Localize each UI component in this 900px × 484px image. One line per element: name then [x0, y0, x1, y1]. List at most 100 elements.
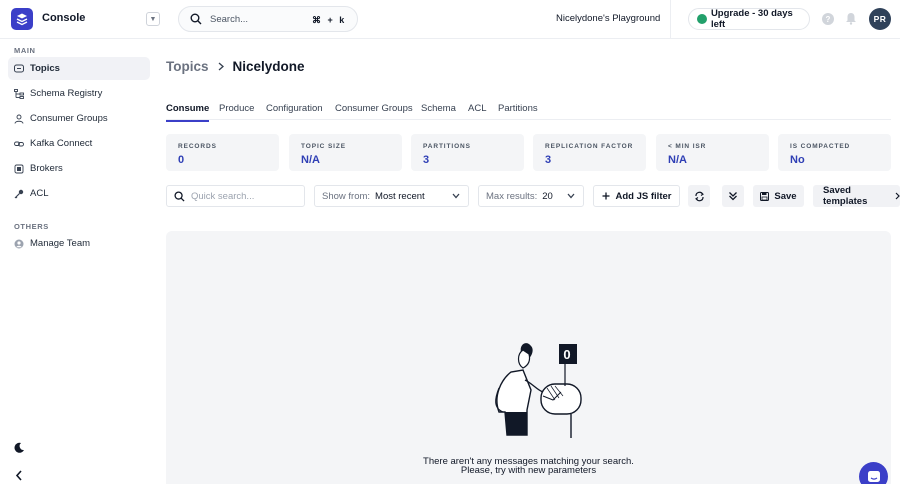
search-icon — [190, 13, 202, 28]
upgrade-button[interactable]: Upgrade - 30 days left — [688, 8, 810, 30]
chevron-right-icon — [218, 60, 224, 74]
stat-value: 0 — [178, 154, 185, 166]
search-placeholder: Search... — [210, 14, 249, 25]
sidebar-item-brokers[interactable]: Brokers — [8, 157, 150, 180]
empty-mailbox-illustration — [495, 343, 582, 438]
stat-value: 3 — [545, 154, 552, 166]
header-divider — [670, 0, 671, 39]
sidebar: MAIN Topics Schema Registry Consumer Gro… — [0, 39, 158, 484]
upgrade-status-dot — [697, 14, 707, 24]
sidebar-item-label: Kafka Connect — [30, 138, 93, 149]
stat-card-is-compacted: Is compacted No — [778, 134, 891, 171]
page-title: Nicelydone — [232, 59, 305, 74]
workspace-name[interactable]: Nicelydone's Playground — [556, 13, 660, 24]
sidebar-section-others: OTHERS — [14, 222, 49, 231]
top-bar: Console ▼ Search... ⌘ + k Nicelydone's P… — [0, 0, 900, 39]
global-search-input[interactable]: Search... ⌘ + k — [178, 6, 358, 32]
chevron-down-icon: ▼ — [149, 15, 157, 23]
stat-card-records: Records 0 — [166, 134, 279, 171]
refresh-button[interactable] — [688, 185, 710, 207]
add-js-filter-button[interactable]: Add JS filter — [593, 185, 680, 207]
quick-search-input[interactable]: Quick search... — [166, 185, 305, 207]
stat-card-replication-factor: Replication factor 3 — [533, 134, 646, 171]
tab-partitions[interactable]: Partitions — [498, 103, 538, 120]
key-icon — [14, 189, 24, 199]
refresh-icon — [694, 191, 705, 202]
chevron-down-icon — [452, 192, 460, 201]
stat-label: Is compacted — [790, 143, 851, 150]
schema-icon — [14, 88, 24, 99]
sidebar-item-label: ACL — [30, 188, 49, 199]
messages-empty-state: 0 There aren't any messages matching you… — [166, 231, 891, 484]
upgrade-label: Upgrade - 30 days left — [710, 8, 793, 30]
topics-icon — [14, 64, 24, 74]
quick-search-placeholder: Quick search... — [191, 190, 255, 202]
double-chevron-down-icon — [728, 191, 738, 201]
mailbox-badge: 0 — [563, 347, 571, 362]
console-logo-icon[interactable] — [11, 8, 33, 30]
sidebar-collapse-button[interactable]: ▼ — [146, 12, 160, 26]
stat-card-min-isr: < Min ISR N/A — [656, 134, 769, 171]
stat-card-topic-size: Topic size N/A — [289, 134, 402, 171]
expand-all-button[interactable] — [722, 185, 744, 207]
topic-tabs: Consume Produce Configuration Consumer G… — [166, 98, 891, 122]
consumer-groups-icon — [14, 114, 24, 124]
save-icon — [760, 191, 770, 201]
stat-label: < Min ISR — [668, 143, 707, 150]
stat-label: Topic size — [301, 143, 346, 150]
stat-label: Partitions — [423, 143, 471, 150]
stat-value: N/A — [668, 154, 687, 166]
sidebar-item-schema-registry[interactable]: Schema Registry — [8, 82, 150, 105]
chevron-right-icon — [895, 192, 900, 200]
show-from-value: Most recent — [375, 190, 425, 202]
saved-templates-label: Saved templates — [823, 185, 868, 207]
tab-configuration[interactable]: Configuration — [266, 103, 323, 120]
sidebar-item-acl[interactable]: ACL — [8, 182, 150, 205]
plus-icon — [602, 192, 610, 200]
show-from-select[interactable]: Show from: Most recent — [314, 185, 469, 207]
sidebar-item-consumer-groups[interactable]: Consumer Groups — [8, 107, 150, 130]
search-shortcut-hint: ⌘ + k — [312, 15, 347, 25]
chat-icon — [867, 470, 881, 484]
empty-state-hint: Please, try with new parameters — [460, 465, 597, 476]
stat-value: N/A — [301, 154, 320, 166]
chevron-down-icon — [567, 192, 575, 201]
dark-mode-toggle-icon[interactable] — [12, 440, 26, 454]
sidebar-item-label: Brokers — [30, 163, 63, 174]
tab-acl[interactable]: ACL — [468, 103, 486, 120]
tab-consume[interactable]: Consume — [166, 103, 210, 122]
sidebar-item-manage-team[interactable]: Manage Team — [8, 232, 150, 255]
tab-schema[interactable]: Schema — [421, 103, 456, 120]
tab-produce[interactable]: Produce — [219, 103, 254, 120]
save-button[interactable]: Save — [753, 185, 804, 207]
max-results-select[interactable]: Max results: 20 — [478, 185, 584, 207]
sidebar-section-main: MAIN — [14, 46, 36, 55]
breadcrumb-topics-link[interactable]: Topics — [166, 59, 209, 74]
search-icon — [174, 190, 185, 202]
help-icon[interactable]: ? — [822, 13, 834, 25]
show-from-label: Show from: — [322, 190, 371, 202]
sidebar-item-topics[interactable]: Topics — [8, 57, 150, 80]
link-icon — [14, 139, 24, 149]
chat-support-button[interactable] — [859, 462, 888, 484]
collapse-sidebar-icon[interactable] — [12, 468, 26, 482]
saved-templates-button[interactable]: Saved templates — [813, 185, 900, 207]
breadcrumb: Topics Nicelydone — [166, 59, 305, 74]
team-icon — [14, 239, 24, 249]
sidebar-item-label: Consumer Groups — [30, 113, 108, 124]
tab-consumer-groups[interactable]: Consumer Groups — [335, 103, 413, 120]
app-title: Console — [42, 12, 86, 24]
stat-value: 3 — [423, 154, 430, 166]
stat-card-partitions: Partitions 3 — [411, 134, 524, 171]
stat-value: No — [790, 154, 805, 166]
save-label: Save — [774, 190, 797, 202]
max-results-label: Max results: — [486, 190, 538, 202]
stat-label: Replication factor — [545, 143, 634, 150]
sidebar-item-label: Schema Registry — [30, 88, 103, 99]
max-results-value: 20 — [542, 190, 553, 202]
user-avatar[interactable]: PR — [869, 8, 891, 30]
add-js-filter-label: Add JS filter — [615, 190, 672, 202]
sidebar-item-kafka-connect[interactable]: Kafka Connect — [8, 132, 150, 155]
sidebar-item-label: Topics — [30, 63, 60, 74]
notification-bell-icon[interactable] — [845, 12, 857, 28]
